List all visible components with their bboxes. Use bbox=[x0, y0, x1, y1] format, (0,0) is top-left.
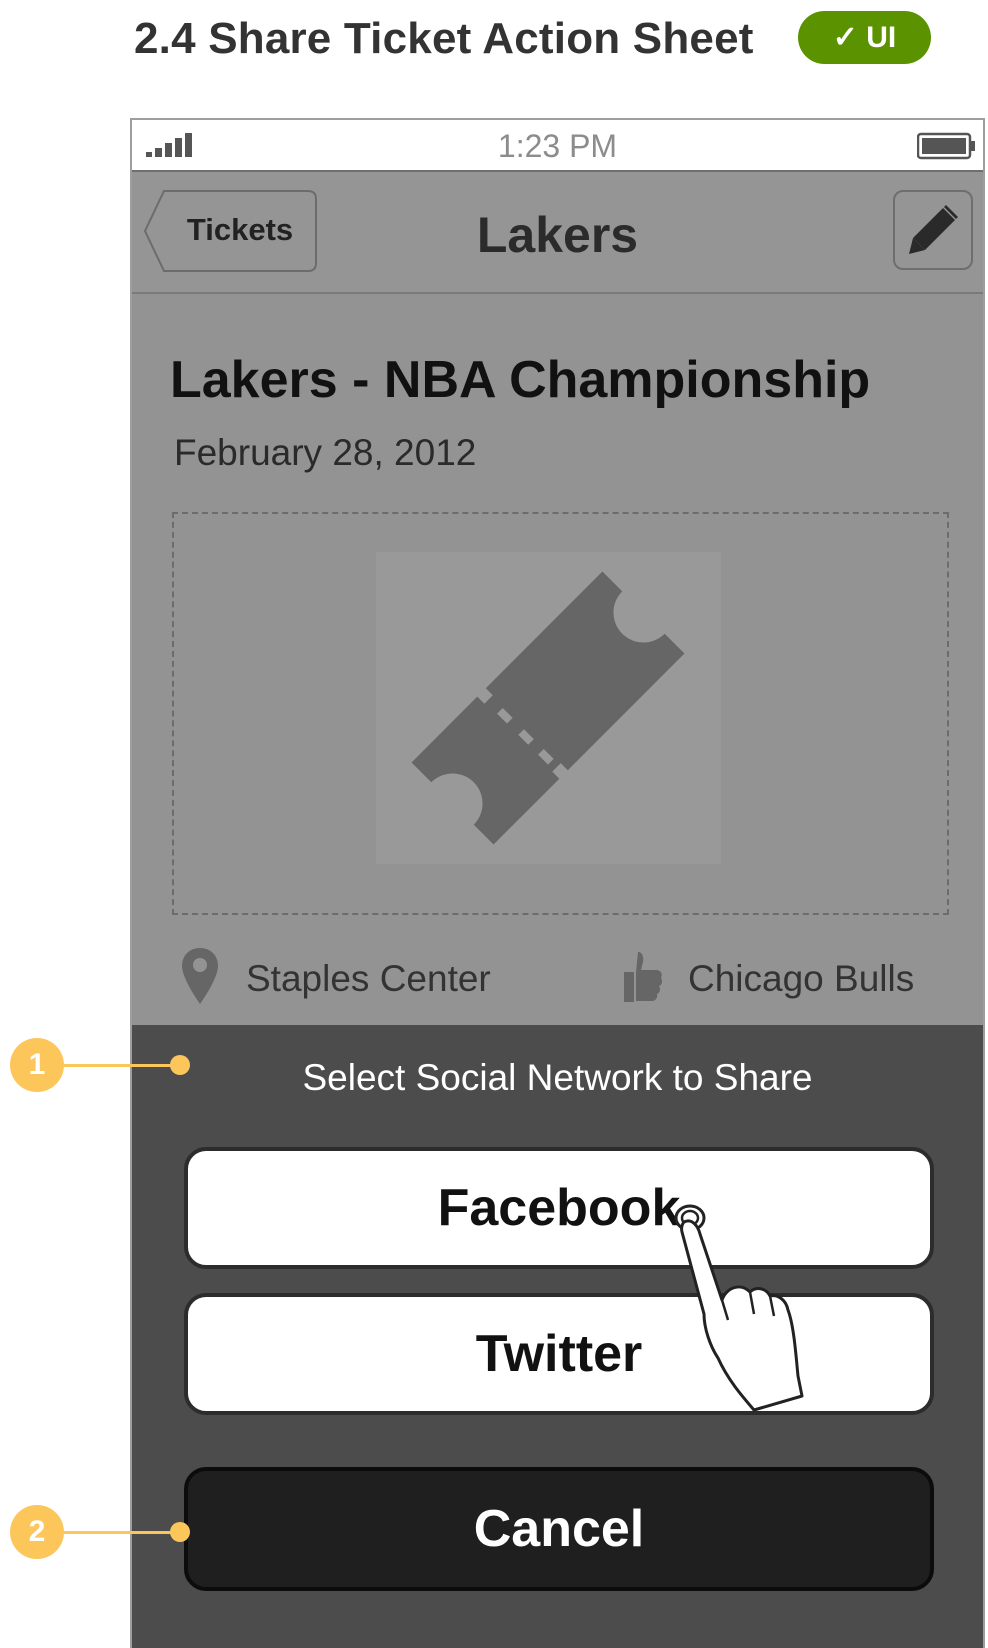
tap-hand-icon bbox=[674, 1204, 804, 1412]
event-date: February 28, 2012 bbox=[174, 432, 477, 473]
status-time: 1:23 PM bbox=[497, 128, 618, 164]
phone-frame: 1:23 PM Tickets Lakers Lakers - NBA Cham… bbox=[130, 118, 985, 1648]
ticket-image-area bbox=[376, 552, 721, 864]
callout-line bbox=[64, 1064, 174, 1067]
action-sheet-title: Select Social Network to Share bbox=[302, 1057, 813, 1098]
share-action-sheet: Select Social Network to Share Facebook … bbox=[132, 1025, 983, 1648]
callout-dot bbox=[170, 1055, 190, 1075]
venue-name: Staples Center bbox=[246, 958, 491, 999]
nav-title: Lakers bbox=[476, 207, 639, 263]
event-details-row: Staples Center Chicago Bulls bbox=[132, 946, 983, 1016]
status-bar: 1:23 PM bbox=[132, 120, 983, 172]
opponent-team: Chicago Bulls bbox=[688, 958, 915, 999]
cancel-button[interactable]: Cancel bbox=[184, 1467, 934, 1591]
thumbs-up-icon bbox=[624, 952, 663, 1002]
navigation-bar: Tickets Lakers bbox=[132, 172, 983, 294]
callout-number: 1 bbox=[10, 1038, 64, 1092]
callout-1: 1 bbox=[10, 1038, 190, 1094]
pencil-icon bbox=[909, 205, 958, 254]
map-pin-icon bbox=[182, 948, 218, 1004]
page-title: 2.4 Share Ticket Action Sheet bbox=[134, 14, 754, 63]
edit-button[interactable] bbox=[893, 190, 973, 270]
callout-2: 2 bbox=[10, 1505, 190, 1561]
ui-status-badge: ✓ UI bbox=[798, 11, 931, 64]
battery-icon bbox=[917, 132, 975, 160]
ticket-image-placeholder bbox=[172, 512, 949, 915]
event-title: Lakers - NBA Championship bbox=[170, 351, 871, 409]
ticket-icon bbox=[411, 571, 685, 845]
callout-line bbox=[64, 1531, 174, 1534]
callout-dot bbox=[170, 1522, 190, 1542]
callout-number: 2 bbox=[10, 1505, 64, 1559]
